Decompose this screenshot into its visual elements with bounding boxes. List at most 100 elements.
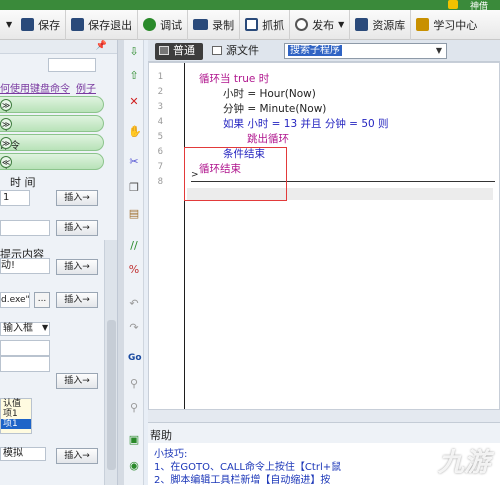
insert-button[interactable]: 插入→ <box>56 190 98 206</box>
move-down-icon[interactable]: ⇩ <box>128 46 140 58</box>
source-file-icon <box>212 46 222 55</box>
save-button[interactable]: 保存 <box>16 9 67 40</box>
command-form: 时 间 1 插入→ 插入→ 提示内容 动! 插入→ d.exe" ... 插入→… <box>0 172 117 464</box>
debug-button[interactable]: 调试 <box>138 9 189 40</box>
save-icon <box>21 18 35 31</box>
line-number: 5 <box>157 132 163 142</box>
undo-icon[interactable]: ↶ <box>128 298 140 310</box>
toolbar-menu-caret-icon[interactable]: ▼ <box>0 20 16 29</box>
subroutine-search-select[interactable]: 搜索子程序 ▼ <box>284 43 447 59</box>
publish-dropdown-icon[interactable]: ▼ <box>338 20 344 29</box>
dropdown-arrow-icon: ▼ <box>435 46 442 55</box>
learn-center-button[interactable]: 学习中心 <box>411 10 482 40</box>
capture-button[interactable]: 抓抓 <box>240 9 291 40</box>
uncomment-icon[interactable]: % <box>128 264 140 276</box>
debug-icon <box>143 18 157 31</box>
tab-normal[interactable]: 普通 <box>155 43 203 60</box>
code-line[interactable]: 循环当 true 时 <box>199 71 269 86</box>
command-group-2[interactable]: 令 ≫ <box>0 115 104 133</box>
delete-icon[interactable]: ✕ <box>128 96 140 108</box>
move-up-icon[interactable]: ⇧ <box>128 70 140 82</box>
normal-view-icon <box>159 46 169 55</box>
publish-icon <box>295 18 309 31</box>
find-icon[interactable]: ⚲ <box>128 378 140 390</box>
line-number-gutter: 1 2 3 4 5 6 7 8 <box>149 63 185 409</box>
command-group-1[interactable]: 令 ≫ <box>0 96 104 114</box>
insert-button[interactable]: 插入→ <box>56 259 98 275</box>
insert-button[interactable]: 插入→ <box>56 220 98 236</box>
collapse-icon: ≪ <box>0 156 12 168</box>
save-exit-button[interactable]: 保存退出 <box>66 9 139 40</box>
command-panel-scrollbar[interactable] <box>104 240 117 485</box>
time-input[interactable]: 1 <box>0 190 30 206</box>
code-line[interactable]: 如果 小时 = 13 并且 分钟 = 50 则 <box>223 116 389 131</box>
list-item[interactable]: 项1 <box>1 419 31 429</box>
option-input-2[interactable] <box>0 356 50 372</box>
insert-input[interactable] <box>0 220 50 236</box>
command-group-4[interactable]: 令 ≪ <box>0 153 104 171</box>
command-group-3[interactable]: 命令 ≫ <box>0 134 104 152</box>
example-link[interactable]: 例子 <box>76 80 96 95</box>
find-next-icon[interactable]: ⚲ <box>128 402 140 414</box>
paste-icon[interactable]: ▤ <box>128 208 140 220</box>
hand-icon[interactable]: ✋ <box>128 126 142 138</box>
script-editor: 普通 源文件 搜索子程序 ▼ 1 2 3 4 5 6 7 8 > 循环当 tru… <box>148 40 500 485</box>
prompt-input[interactable]: 动! <box>0 258 50 274</box>
scrollbar-thumb[interactable] <box>107 320 116 470</box>
pin-icon[interactable]: 📌 <box>96 41 107 51</box>
keyboard-command-help-link[interactable]: 何使用键盘命令 <box>0 80 70 95</box>
insert-button[interactable]: 插入→ <box>56 292 98 308</box>
eye-icon[interactable]: ◉ <box>128 460 140 472</box>
line-number: 8 <box>157 177 163 187</box>
editor-icon-column: ⇩ ⇧ ✕ ✋ ✂ ❐ ▤ // % ↶ ↷ Go ⚲ ⚲ ▣ ◉ <box>124 40 144 485</box>
help-line: 2、脚本编辑工具栏新增【自动缩进】按 <box>154 475 331 485</box>
line-number: 2 <box>157 87 163 97</box>
watermark-logo: 九游 <box>438 448 491 478</box>
browse-button[interactable]: ... <box>34 292 50 308</box>
help-links: 何使用键盘命令 例子 <box>0 78 117 95</box>
publish-button[interactable]: 发布 ▼ <box>290 9 351 40</box>
line-number: 1 <box>157 72 163 82</box>
save-exit-icon <box>71 18 85 31</box>
list-item[interactable]: 认值 <box>1 399 31 409</box>
comment-icon[interactable]: // <box>128 240 140 252</box>
input-type-dropdown-icon[interactable]: ▼ <box>42 323 48 332</box>
code-area[interactable]: 1 2 3 4 5 6 7 8 > 循环当 true 时 小时 = Hour(N… <box>148 62 500 410</box>
file-path-input[interactable]: d.exe" <box>0 292 30 308</box>
cut-icon[interactable]: ✂ <box>128 156 140 168</box>
goto-icon[interactable]: Go <box>128 352 142 364</box>
copy-icon[interactable]: ❐ <box>128 182 140 194</box>
expand-icon: ≫ <box>0 137 12 149</box>
code-line[interactable]: 分钟 = Minute(Now) <box>223 101 326 116</box>
code-line[interactable]: 小时 = Hour(Now) <box>223 86 316 101</box>
learn-center-icon <box>416 18 430 31</box>
time-label: 时 间 <box>10 176 36 189</box>
capture-icon <box>245 18 259 31</box>
bottom-select[interactable]: 模拟 <box>0 447 46 461</box>
code-line[interactable]: 跳出循环 <box>247 131 289 146</box>
user-badge-icon <box>448 0 458 9</box>
redo-icon[interactable]: ↷ <box>128 322 140 334</box>
option-list[interactable]: 认值 项1 项1 <box>0 398 32 434</box>
line-number: 6 <box>157 147 163 157</box>
command-panel: 📌 何使用键盘命令 例子 令 ≫ 令 ≫ 命令 ≫ 令 ≪ 时 间 1 插入→ … <box>0 40 118 485</box>
tab-source[interactable]: 源文件 <box>208 43 264 60</box>
line-number: 7 <box>157 162 163 172</box>
help-title: 帮助 <box>150 429 172 442</box>
editor-tabs: 普通 源文件 搜索子程序 ▼ <box>148 40 500 62</box>
line-number: 3 <box>157 102 163 112</box>
expand-icon: ≫ <box>0 99 12 111</box>
list-item[interactable]: 项1 <box>1 409 31 419</box>
command-panel-header: 📌 <box>0 40 117 54</box>
main-toolbar: ▼ 保存 保存退出 调试 录制 抓抓 发布 ▼ 资源库 学习中心 <box>0 9 500 40</box>
library-icon <box>355 18 369 31</box>
option-input-1[interactable] <box>0 340 50 356</box>
record-icon <box>193 19 209 30</box>
insert-button[interactable]: 插入→ <box>56 373 98 389</box>
image-icon[interactable]: ▣ <box>128 434 140 446</box>
record-button[interactable]: 录制 <box>188 9 241 40</box>
library-button[interactable]: 资源库 <box>350 9 412 40</box>
insert-button[interactable]: 插入→ <box>56 448 98 464</box>
command-search-input[interactable] <box>48 58 96 72</box>
expand-icon: ≫ <box>0 118 12 130</box>
